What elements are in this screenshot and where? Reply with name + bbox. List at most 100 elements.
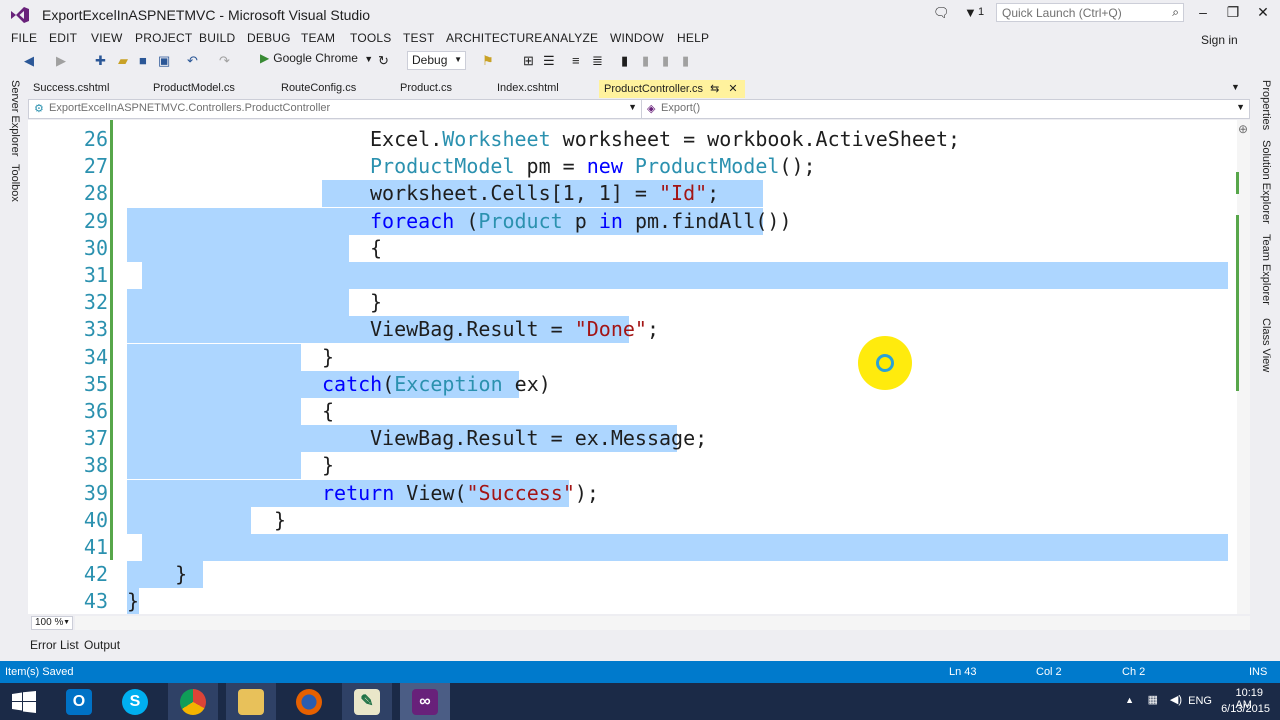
tab-success-cshtml[interactable]: Success.cshtml — [28, 80, 114, 98]
code-line[interactable]: 31 — [28, 262, 1228, 289]
configuration-select[interactable]: Debug ▼ — [407, 51, 466, 70]
bookmark-icon[interactable]: ▮ — [621, 53, 628, 69]
pin-icon[interactable]: ⇆ — [710, 83, 719, 95]
prev-bookmark-icon[interactable]: ▮ — [642, 53, 649, 69]
team-explorer-tab[interactable]: Team Explorer — [1260, 234, 1272, 305]
menu-help[interactable]: HELP — [677, 31, 709, 45]
visual-studio-icon: ∞ — [412, 689, 438, 715]
code-line[interactable]: 33 ViewBag.Result = "Done"; — [28, 316, 1228, 344]
forward-icon[interactable]: ▶ — [56, 53, 66, 69]
taskbar-visual-studio[interactable]: ∞ — [400, 683, 450, 720]
code-line[interactable]: 26 Excel.Worksheet worksheet = workbook.A… — [28, 126, 1228, 153]
indent-icon[interactable]: ≣ — [592, 53, 603, 69]
tab-error-list[interactable]: Error List — [30, 638, 79, 652]
taskbar-firefox[interactable] — [284, 683, 334, 720]
code-line[interactable]: 34} — [28, 343, 1228, 371]
code-line[interactable]: 35 catch(Exception ex) — [28, 370, 1228, 398]
notification-flag-icon[interactable]: ▼ — [964, 5, 977, 20]
zoom-level-select[interactable]: 100 % ▼ — [31, 616, 73, 630]
code-line[interactable]: 42 } — [28, 561, 1228, 589]
properties-tab[interactable]: Properties — [1260, 80, 1272, 130]
type-dropdown[interactable]: ⚙ ExportExcelInASPNETMVC.Controllers.Pro… — [29, 100, 642, 118]
menu-build[interactable]: BUILD — [199, 31, 235, 45]
server-explorer-tab[interactable]: Server Explorer — [9, 80, 21, 156]
solution-explorer-tab[interactable]: Solution Explorer — [1260, 140, 1272, 224]
class-view-tab[interactable]: Class View — [1260, 318, 1272, 372]
menu-debug[interactable]: DEBUG — [247, 31, 291, 45]
tab-index-cshtml[interactable]: Index.cshtml — [492, 80, 564, 98]
taskbar-skype[interactable]: S — [110, 683, 160, 720]
clock-date[interactable]: 6/13/2015 — [1221, 703, 1270, 715]
tab-routeconfig-cs[interactable]: RouteConfig.cs — [276, 80, 361, 98]
tab-productcontroller-cs[interactable]: ProductController.cs ⇆ ✕ — [599, 80, 745, 98]
next-bookmark-icon[interactable]: ▮ — [662, 53, 669, 69]
maximize-button[interactable]: ❐ — [1218, 4, 1248, 21]
code-line[interactable]: 29 foreach (Product p in pm.findAll()) — [28, 207, 1228, 235]
code-line[interactable]: 40} — [28, 506, 1228, 534]
start-button[interactable] — [0, 683, 50, 720]
code-line[interactable]: 38} — [28, 452, 1228, 480]
member-dropdown[interactable]: ◈ Export() ▼ — [643, 100, 1249, 118]
redo-icon[interactable]: ↷ — [219, 53, 230, 69]
volume-icon[interactable]: ◀) — [1170, 693, 1182, 706]
menu-test[interactable]: TEST — [403, 31, 434, 45]
mouse-cursor-ring — [876, 354, 894, 372]
save-icon[interactable]: ■ — [139, 53, 147, 68]
new-project-icon[interactable]: ✚ — [95, 53, 106, 69]
code-line[interactable]: 43} — [28, 588, 1228, 614]
minimize-button[interactable]: – — [1188, 4, 1218, 20]
back-icon[interactable]: ◀ — [24, 53, 34, 69]
menu-window[interactable]: WINDOW — [610, 31, 664, 45]
sign-in-link[interactable]: Sign in — [1201, 33, 1238, 47]
code-token: worksheet.Cells[1, 1] = — [370, 181, 659, 206]
clear-bookmarks-icon[interactable]: ▮ — [682, 53, 689, 69]
menu-analyze[interactable]: ANALYZE — [543, 31, 598, 45]
start-debugging-button[interactable]: ▶ Google Chrome ▼ — [260, 51, 373, 71]
taskbar-excel[interactable]: ✎ — [342, 683, 392, 720]
tab-overflow-icon[interactable]: ▼ — [1226, 80, 1245, 98]
menu-team[interactable]: TEAM — [301, 31, 335, 45]
menu-project[interactable]: PROJECT — [135, 31, 192, 45]
code-editor[interactable]: 26 Excel.Worksheet worksheet = workbook.A… — [28, 120, 1250, 614]
tab-output[interactable]: Output — [84, 638, 120, 652]
tab-product-cs[interactable]: Product.cs — [395, 80, 457, 98]
show-hidden-icons-icon[interactable]: ▲ — [1125, 695, 1134, 705]
close-tab-icon[interactable]: ✕ — [728, 83, 737, 95]
refresh-icon[interactable]: ↻ — [378, 53, 389, 69]
quick-launch-input[interactable]: Quick Launch (Ctrl+Q) ⌕ — [996, 3, 1184, 22]
menu-architecture[interactable]: ARCHITECTURE — [446, 31, 542, 45]
taskbar-file-explorer[interactable] — [226, 683, 276, 720]
network-icon[interactable]: ▦ — [1148, 693, 1158, 706]
code-line[interactable]: 36 { — [28, 398, 1228, 425]
visual-studio-logo-icon — [11, 7, 29, 23]
code-line[interactable]: 37 ViewBag.Result = ex.Message; — [28, 425, 1228, 453]
undo-icon[interactable]: ↶ — [187, 53, 198, 69]
chevron-down-icon: ▼ — [63, 619, 70, 626]
code-line[interactable]: 32} — [28, 289, 1228, 317]
input-language[interactable]: ENG — [1188, 695, 1212, 707]
comment-icon[interactable]: ☰ — [543, 53, 555, 69]
menu-file[interactable]: FILE — [11, 31, 37, 45]
text-selection — [127, 452, 301, 480]
code-line[interactable]: 39 return View("Success"); — [28, 479, 1228, 507]
taskbar-chrome[interactable] — [168, 683, 218, 720]
toolbox-tab[interactable]: Toolbox — [9, 164, 21, 202]
menu-view[interactable]: VIEW — [91, 31, 122, 45]
open-file-icon[interactable]: ▰ — [118, 53, 128, 69]
solution-config-icon[interactable]: ⊞ — [523, 53, 534, 69]
tab-productmodel-cs[interactable]: ProductModel.cs — [148, 80, 240, 98]
close-button[interactable]: ✕ — [1248, 4, 1278, 21]
feedback-icon[interactable]: 🗨 — [933, 5, 950, 21]
code-line[interactable]: 27 ProductModel pm = new ProductModel(); — [28, 153, 1228, 180]
code-line[interactable]: 28 worksheet.Cells[1, 1] = "Id"; — [28, 180, 1228, 208]
taskbar-outlook[interactable]: O — [54, 683, 104, 720]
horizontal-scrollbar[interactable] — [75, 616, 1250, 630]
split-editor-icon[interactable]: ⊕ — [1238, 122, 1248, 136]
outdent-icon[interactable]: ≡ — [572, 53, 580, 68]
menu-edit[interactable]: EDIT — [49, 31, 77, 45]
code-line[interactable]: 30 { — [28, 234, 1228, 262]
save-all-icon[interactable]: ▣ — [158, 53, 170, 69]
find-icon[interactable]: ⚑ — [482, 53, 494, 69]
menu-tools[interactable]: TOOLS — [350, 31, 391, 45]
code-line[interactable]: 41 — [28, 534, 1228, 561]
